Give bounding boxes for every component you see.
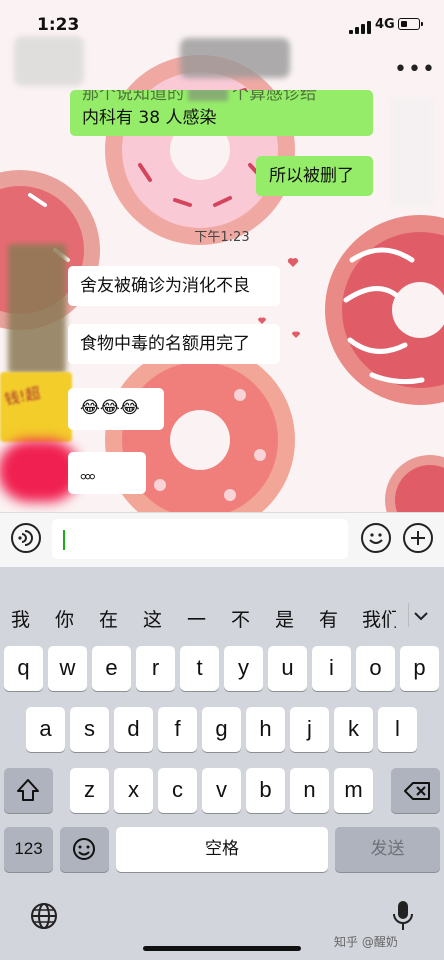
add-attachment-button[interactable] — [403, 523, 433, 553]
key-b[interactable]: b — [246, 768, 285, 813]
key-o[interactable]: o — [356, 646, 395, 691]
key-k[interactable]: k — [334, 707, 373, 752]
key-h[interactable]: h — [246, 707, 285, 752]
candidate-word[interactable]: 有 — [319, 605, 338, 632]
key-n[interactable]: n — [290, 768, 329, 813]
battery-icon — [398, 18, 423, 30]
signal-icon — [349, 20, 371, 34]
sent-message-1-line1: 那个说知道的 个算感诊给 — [82, 90, 361, 106]
candidate-word[interactable]: 在 — [99, 605, 118, 632]
home-indicator — [143, 946, 301, 951]
plus-icon — [411, 531, 425, 545]
candidate-word[interactable]: 一 — [187, 605, 206, 632]
received-message-4[interactable]: 。。。 — [68, 452, 146, 494]
key-r[interactable]: r — [136, 646, 175, 691]
message-timestamp: 下午1:23 — [194, 230, 250, 245]
contact-avatar-sticker[interactable]: 钱!超 — [0, 372, 72, 442]
key-j[interactable]: j — [290, 707, 329, 752]
blurred-chat-title — [14, 36, 84, 86]
emoji-icon — [369, 533, 383, 544]
sent-message-2[interactable]: 所以被删了 — [256, 156, 373, 196]
emoji-button[interactable] — [361, 523, 391, 553]
network-type: 4G — [375, 17, 395, 32]
chevron-down-icon — [414, 612, 428, 621]
expand-candidates-icon[interactable] — [408, 603, 433, 627]
send-key[interactable]: 发送 — [335, 827, 440, 872]
key-f[interactable]: f — [158, 707, 197, 752]
received-message-1[interactable]: 舍友被确诊为消化不良 — [68, 266, 280, 306]
shift-icon — [17, 779, 39, 801]
backspace-icon — [404, 782, 430, 800]
emoji-keyboard-key[interactable] — [60, 827, 109, 872]
candidate-bar: 我 你 在 这 一 不 是 有 我们 — [0, 567, 444, 631]
key-q[interactable]: q — [4, 646, 43, 691]
key-g[interactable]: g — [202, 707, 241, 752]
sent-message-1[interactable]: 那个说知道的 个算感诊给 内科有 38 人感染 — [70, 90, 373, 136]
own-avatar-blurred[interactable] — [389, 96, 435, 206]
candidate-word[interactable]: 我 — [11, 605, 30, 632]
shift-key[interactable] — [4, 768, 53, 813]
space-key[interactable]: 空格 — [116, 827, 328, 872]
voice-input-button[interactable] — [11, 523, 41, 553]
candidate-word[interactable]: 我们 — [362, 605, 396, 632]
numbers-key[interactable]: 123 — [4, 827, 53, 872]
contact-avatar-blurred[interactable] — [8, 244, 66, 374]
message-text-field[interactable] — [52, 519, 348, 559]
candidate-word[interactable]: 你 — [55, 605, 74, 632]
key-i[interactable]: i — [312, 646, 351, 691]
key-v[interactable]: v — [202, 768, 241, 813]
globe-icon[interactable] — [29, 901, 59, 935]
key-y[interactable]: y — [224, 646, 263, 691]
voice-icon — [18, 530, 33, 546]
more-options-icon[interactable]: ••• — [394, 59, 436, 81]
candidate-word[interactable]: 这 — [143, 605, 162, 632]
received-message-3[interactable]: 😂😂😂 — [68, 388, 164, 430]
key-w[interactable]: w — [48, 646, 87, 691]
backspace-key[interactable] — [391, 768, 440, 813]
message-input-bar — [0, 512, 444, 567]
ios-keyboard: 我 你 在 这 一 不 是 有 我们 q w e r t y u i o p a… — [0, 567, 444, 960]
key-x[interactable]: x — [114, 768, 153, 813]
key-l[interactable]: l — [378, 707, 417, 752]
candidate-word[interactable]: 是 — [275, 605, 294, 632]
key-e[interactable]: e — [92, 646, 131, 691]
key-s[interactable]: s — [70, 707, 109, 752]
key-p[interactable]: p — [400, 646, 439, 691]
blurred-chat-title-scribble — [180, 38, 290, 78]
watermark: 知乎 @醒奶 — [334, 935, 398, 949]
key-a[interactable]: a — [26, 707, 65, 752]
chat-header: ••• — [0, 36, 444, 94]
microphone-icon[interactable] — [390, 899, 416, 937]
text-caret — [63, 530, 65, 550]
key-z[interactable]: z — [70, 768, 109, 813]
key-m[interactable]: m — [334, 768, 373, 813]
key-d[interactable]: d — [114, 707, 153, 752]
sent-message-1-line2: 内科有 38 人感染 — [82, 108, 217, 128]
status-time: 1:23 — [37, 15, 80, 35]
key-t[interactable]: t — [180, 646, 219, 691]
chat-area: 1:23 4G ••• 那个说知道的 个算感诊给 内科有 38 人感染 所以被删了… — [0, 0, 444, 512]
key-u[interactable]: u — [268, 646, 307, 691]
key-c[interactable]: c — [158, 768, 197, 813]
candidate-word[interactable]: 不 — [231, 605, 250, 632]
emoji-icon — [73, 838, 95, 860]
received-message-2[interactable]: 食物中毒的名额用完了 — [68, 324, 280, 364]
